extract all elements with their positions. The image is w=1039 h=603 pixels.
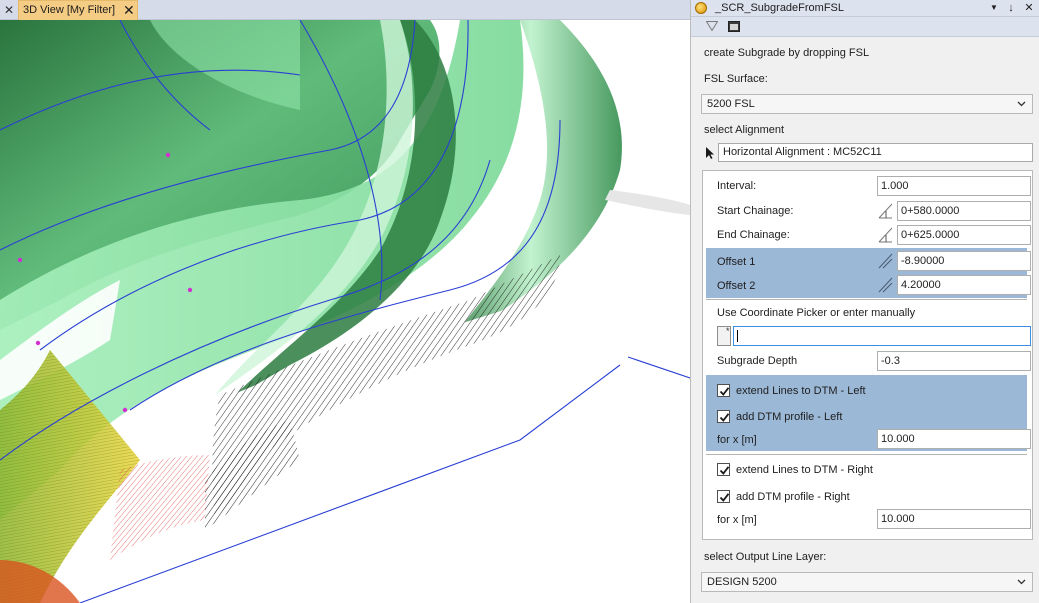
alignment-label: select Alignment [704, 124, 785, 136]
tab-3d-view[interactable]: 3D View [My Filter] ✕ [18, 0, 138, 20]
end-chainage-label: End Chainage: [717, 229, 790, 241]
chevron-down-icon [1017, 579, 1026, 585]
chevron-down-icon [1017, 101, 1026, 107]
offset2-label: Offset 2 [717, 280, 756, 292]
output-layer-value: DESIGN 5200 [707, 576, 777, 588]
extend-right-checkbox[interactable] [717, 463, 730, 476]
interval-input[interactable]: 1.000 [877, 176, 1031, 196]
panel-menu-button[interactable]: ▼ [987, 1, 1001, 15]
subgrade-depth-input[interactable]: -0.3 [877, 351, 1031, 371]
for-x-right-label: for x [m] [717, 514, 757, 526]
interval-label: Interval: [717, 180, 757, 192]
panel-titlebar: _SCR_SubgradeFromFSL ▼ ↓ ✕ [691, 0, 1039, 17]
interval-value: 1.000 [881, 180, 909, 192]
tool-panel: _SCR_SubgradeFromFSL ▼ ↓ ✕ create Subgra… [690, 0, 1039, 603]
for-x-right-value: 10.000 [881, 513, 915, 525]
start-chainage-input[interactable]: 0+580.0000 [897, 201, 1031, 221]
offset2-input[interactable]: 4.20000 [897, 275, 1031, 295]
start-chainage-value: 0+580.0000 [901, 205, 960, 217]
end-chainage-input[interactable]: 0+625.0000 [897, 225, 1031, 245]
profile-right-checkbox[interactable] [717, 490, 730, 503]
separator [706, 454, 1027, 455]
panel-title: _SCR_SubgradeFromFSL [715, 2, 845, 14]
app-icon [695, 2, 707, 14]
profile-left-checkbox[interactable] [717, 410, 730, 423]
offset-picker-icon[interactable] [877, 252, 894, 270]
fsl-surface-label: FSL Surface: [704, 73, 768, 85]
offset1-label: Offset 1 [717, 256, 756, 268]
text-caret [737, 330, 738, 342]
for-x-left-value: 10.000 [881, 433, 915, 445]
for-x-right-input[interactable]: 10.000 [877, 509, 1031, 529]
chainage-picker-icon[interactable] [877, 226, 894, 244]
extend-left-label: extend Lines to DTM - Left [736, 385, 866, 397]
coordinate-picker-icon[interactable]: * [717, 326, 731, 346]
alignment-field[interactable]: Horizontal Alignment : MC52C11 [718, 143, 1033, 162]
extend-left-checkbox[interactable] [717, 384, 730, 397]
panel-heading: create Subgrade by dropping FSL [704, 47, 870, 59]
start-chainage-label: Start Chainage: [717, 205, 794, 217]
checkmark-icon [719, 387, 730, 396]
tab-close-icon[interactable]: ✕ [123, 2, 135, 18]
for-x-left-input[interactable]: 10.000 [877, 429, 1031, 449]
panel-toolbar [691, 17, 1039, 37]
subgrade-depth-label: Subgrade Depth [717, 355, 798, 367]
3d-scene[interactable] [0, 20, 690, 603]
subgrade-depth-value: -0.3 [881, 355, 900, 367]
chainage-picker-icon[interactable] [877, 202, 894, 220]
for-x-left-label: for x [m] [717, 434, 757, 446]
panel-pin-button[interactable]: ↓ [1004, 1, 1018, 15]
checkmark-icon [719, 493, 730, 502]
filter-icon[interactable] [706, 21, 718, 31]
profile-left-label: add DTM profile - Left [736, 411, 843, 423]
asterisk-glyph: * [726, 326, 730, 336]
checkmark-icon [719, 466, 730, 475]
pointer-arrow-icon[interactable] [705, 146, 715, 160]
coordinate-input[interactable] [733, 326, 1031, 346]
close-icon[interactable]: ✕ [2, 2, 16, 18]
tab-label: 3D View [My Filter] [23, 4, 116, 16]
output-layer-dropdown[interactable]: DESIGN 5200 [701, 572, 1033, 592]
panel-close-button[interactable]: ✕ [1022, 1, 1036, 15]
offset1-input[interactable]: -8.90000 [897, 251, 1031, 271]
profile-right-label: add DTM profile - Right [736, 491, 850, 503]
checkmark-icon [719, 413, 730, 422]
offset2-value: 4.20000 [901, 279, 941, 291]
fsl-surface-value: 5200 FSL [707, 98, 755, 110]
fsl-surface-dropdown[interactable]: 5200 FSL [701, 94, 1033, 114]
output-layer-label: select Output Line Layer: [704, 551, 827, 563]
alignment-value: Horizontal Alignment : MC52C11 [723, 146, 882, 158]
document-tab-bar: ✕ 3D View [My Filter] ✕ [0, 0, 690, 20]
3d-viewport[interactable]: ✕ 3D View [My Filter] ✕ [0, 0, 690, 603]
offset1-value: -8.90000 [901, 255, 945, 267]
offset-picker-icon[interactable] [877, 276, 894, 294]
extend-right-label: extend Lines to DTM - Right [736, 464, 873, 476]
parameters-group: Interval: 1.000 Start Chainage: 0+580.00… [702, 170, 1033, 540]
window-icon[interactable] [728, 21, 740, 32]
separator [706, 299, 1027, 300]
coordinate-label: Use Coordinate Picker or enter manually [717, 307, 916, 319]
end-chainage-value: 0+625.0000 [901, 229, 960, 241]
